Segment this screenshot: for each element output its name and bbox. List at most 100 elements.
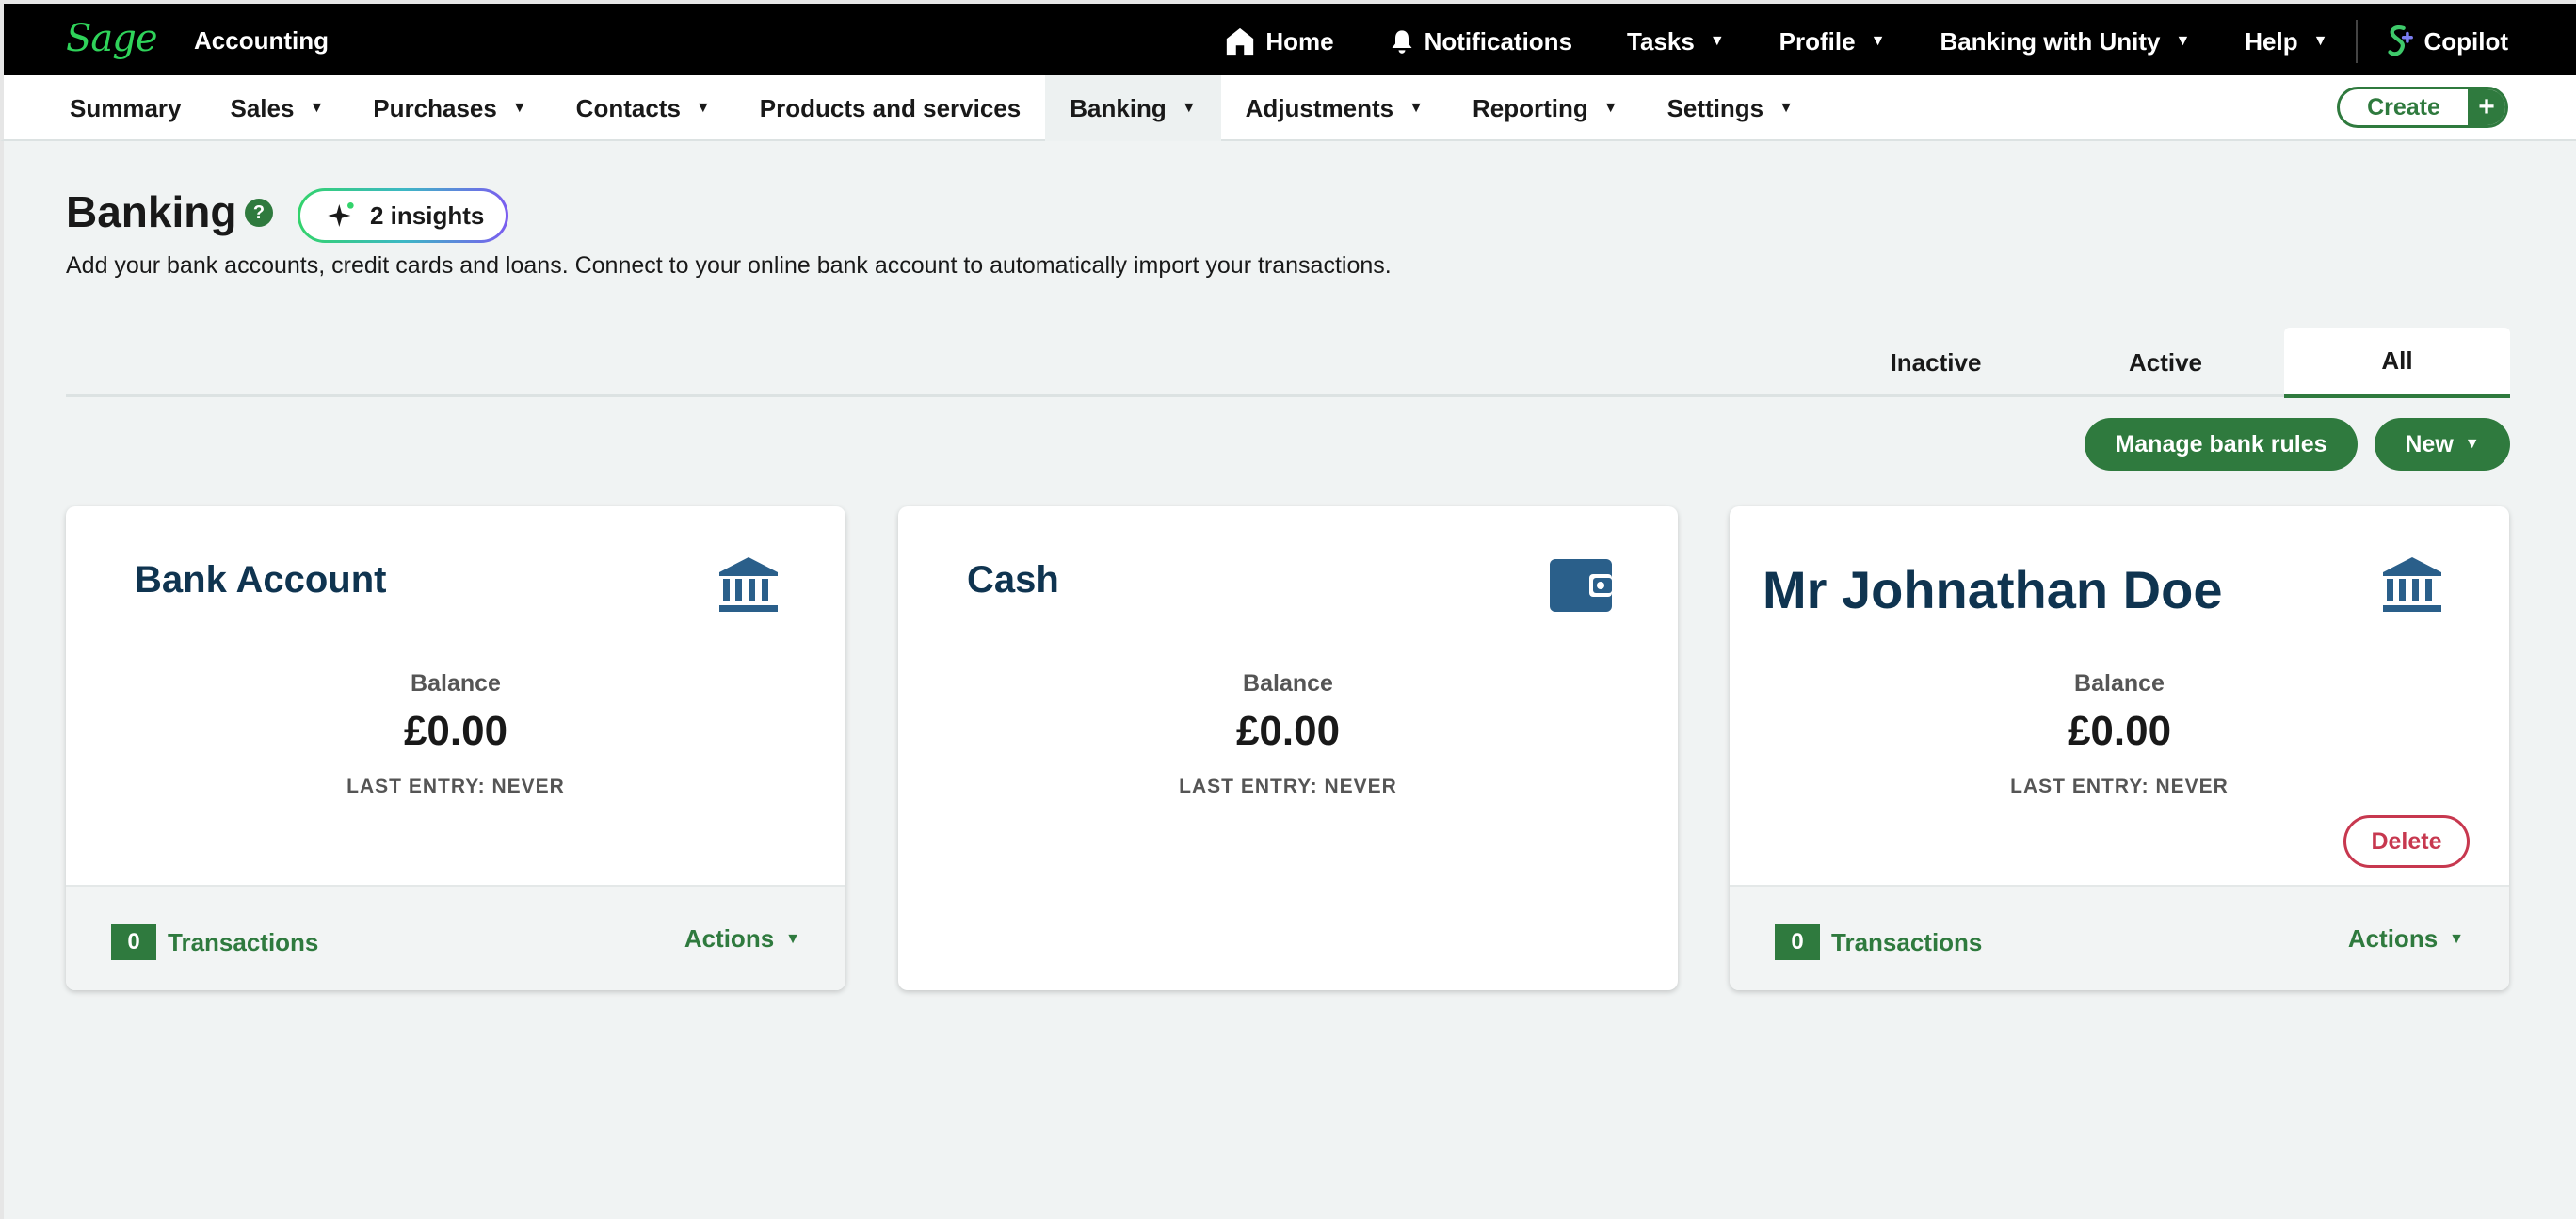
copilot-label: Copilot	[2423, 26, 2508, 56]
account-filter-tabs: Inactive Active All	[66, 328, 2510, 398]
nav-item-label: Settings	[1666, 93, 1764, 122]
caret-down-icon: ▼	[2464, 436, 2480, 452]
manage-bank-rules-label: Manage bank rules	[2115, 430, 2327, 457]
caret-down-icon: ▼	[1602, 100, 1618, 116]
nav-item-products-and-services[interactable]: Products and services	[735, 75, 1045, 141]
notifications-link[interactable]: Notifications	[1389, 27, 1572, 56]
nav-item-label: Sales	[230, 93, 295, 122]
nav-item-label: Products and services	[759, 93, 1022, 122]
card-footer: 0 Transactions Actions ▼	[1730, 885, 2509, 990]
page-title: Banking	[66, 187, 237, 236]
account-card-mr-johnathan-doe[interactable]: Mr Johnathan Doe Balance £0.00 LAST ENTR…	[1730, 506, 2509, 990]
bank-icon	[719, 557, 778, 612]
caret-down-icon: ▼	[1409, 100, 1424, 116]
nav-item-label: Banking	[1070, 93, 1167, 122]
actions-label: Actions	[684, 924, 775, 953]
account-name[interactable]: Mr Johnathan Doe	[1763, 559, 2222, 620]
nav-item-reporting[interactable]: Reporting ▼	[1448, 75, 1643, 141]
nav-item-label: Reporting	[1472, 93, 1588, 122]
balance-label: Balance	[1243, 670, 1333, 697]
help-menu[interactable]: Help ▼	[2245, 27, 2327, 56]
delete-button[interactable]: Delete	[2343, 815, 2470, 868]
app-name: Accounting	[194, 26, 329, 55]
insights-label: 2 insights	[370, 200, 485, 230]
caret-down-icon: ▼	[1181, 100, 1197, 116]
home-link[interactable]: Home	[1224, 25, 1334, 57]
actions-label: Actions	[2347, 924, 2439, 953]
last-entry: LAST ENTRY: NEVER	[346, 776, 565, 797]
account-name[interactable]: Cash	[967, 559, 1059, 601]
nav-item-sales[interactable]: Sales ▼	[206, 75, 349, 141]
nav-item-contacts[interactable]: Contacts ▼	[552, 75, 735, 141]
balance-value: £0.00	[403, 708, 508, 754]
sage-logo[interactable]: Sage	[66, 17, 158, 60]
tab-all[interactable]: All	[2284, 328, 2510, 398]
nav-item-label: Purchases	[373, 93, 497, 122]
balance-label: Balance	[411, 670, 501, 697]
wallet-icon	[1550, 559, 1612, 612]
nav-item-label: Contacts	[575, 93, 681, 122]
transactions-count-badge: 0	[1775, 924, 1820, 960]
insights-button[interactable]: 2 insights	[298, 188, 508, 243]
bell-icon	[1392, 30, 1412, 54]
caret-down-icon: ▼	[785, 930, 800, 947]
copilot-icon	[2388, 25, 2414, 56]
business-switcher-menu[interactable]: Banking with Unity ▼	[1940, 27, 2190, 56]
sparkle-icon	[328, 202, 354, 227]
nav-item-label: Adjustments	[1245, 93, 1394, 122]
home-icon	[1227, 27, 1254, 56]
nav-item-label: Summary	[70, 93, 182, 122]
account-card-cash[interactable]: Cash Balance £0.00 LAST ENTRY: NEVER	[898, 506, 1678, 990]
last-entry: LAST ENTRY: NEVER	[2010, 776, 2229, 797]
create-label: Create	[2367, 93, 2440, 120]
nav-item-settings[interactable]: Settings ▼	[1643, 75, 1818, 141]
notifications-label: Notifications	[1424, 26, 1573, 56]
manage-bank-rules-button[interactable]: Manage bank rules	[2085, 418, 2358, 471]
nav-item-purchases[interactable]: Purchases ▼	[348, 75, 551, 141]
account-name[interactable]: Bank Account	[135, 559, 386, 601]
caret-down-icon: ▼	[2312, 33, 2328, 49]
caret-down-icon: ▼	[1779, 100, 1794, 116]
actions-menu[interactable]: Actions ▼	[2348, 924, 2464, 954]
caret-down-icon: ▼	[2449, 930, 2464, 947]
copilot-button[interactable]: Copilot	[2382, 23, 2508, 60]
caret-down-icon: ▼	[511, 100, 527, 116]
caret-down-icon: ▼	[1709, 33, 1725, 49]
caret-down-icon: ▼	[695, 100, 711, 116]
profile-menu[interactable]: Profile ▼	[1779, 27, 1886, 56]
home-label: Home	[1265, 26, 1334, 56]
main-nav: Summary Sales ▼ Purchases ▼ Contacts ▼ Prod…	[0, 75, 2576, 141]
transactions-link[interactable]: Transactions	[1831, 928, 1982, 957]
plus-icon: +	[2468, 89, 2505, 125]
balance-value: £0.00	[2067, 708, 2172, 754]
account-card-bank-account[interactable]: Bank Account Balance £0.00 LAST ENTRY: N…	[66, 506, 845, 990]
nav-divider	[2356, 20, 2359, 63]
profile-label: Profile	[1779, 26, 1856, 56]
window-frame	[0, 0, 4, 1219]
caret-down-icon: ▼	[309, 100, 325, 116]
balance-value: £0.00	[1235, 708, 1341, 754]
create-button[interactable]: Create +	[2337, 87, 2508, 128]
new-account-button[interactable]: New ▼	[2375, 418, 2510, 471]
nav-item-adjustments[interactable]: Adjustments ▼	[1221, 75, 1448, 141]
balance-label: Balance	[2074, 670, 2165, 697]
tab-active[interactable]: Active	[2054, 328, 2277, 397]
transactions-count-badge: 0	[111, 924, 156, 960]
actions-menu[interactable]: Actions ▼	[684, 924, 800, 954]
tab-inactive[interactable]: Inactive	[1825, 328, 2047, 397]
top-nav: Home Notifications Tasks ▼ Profile ▼ Ban…	[1169, 4, 2508, 79]
bank-icon	[2383, 557, 2441, 612]
transactions-link[interactable]: Transactions	[168, 928, 318, 957]
nav-item-banking[interactable]: Banking ▼	[1045, 75, 1221, 141]
help-icon[interactable]: ?	[245, 199, 273, 227]
new-label: New	[2405, 430, 2454, 457]
tasks-menu[interactable]: Tasks ▼	[1627, 27, 1725, 56]
help-label: Help	[2245, 26, 2298, 56]
nav-item-summary[interactable]: Summary	[45, 75, 206, 141]
page-description: Add your bank accounts, credit cards and…	[66, 252, 1392, 279]
business-name-label: Banking with Unity	[1940, 26, 2161, 56]
caret-down-icon: ▼	[2175, 33, 2191, 49]
tasks-label: Tasks	[1627, 26, 1695, 56]
top-bar: Sage Accounting Home Notifications Tasks…	[0, 0, 2576, 75]
caret-down-icon: ▼	[1870, 33, 1886, 49]
